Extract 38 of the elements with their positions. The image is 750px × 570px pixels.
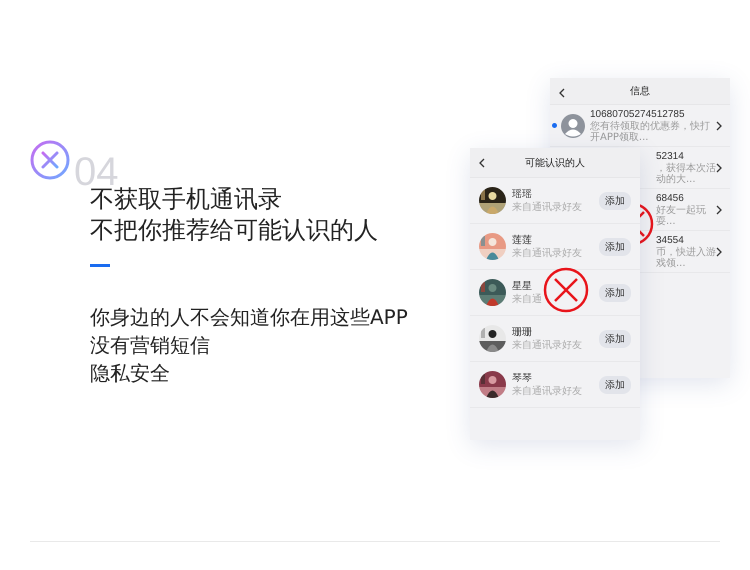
contact-source: 来自通讯录好友 xyxy=(512,246,583,260)
chevron-right-icon xyxy=(716,205,722,215)
back-icon[interactable] xyxy=(559,88,565,98)
message-preview: 币，快进入游戏领... xyxy=(656,246,717,268)
close-circle-icon xyxy=(30,140,70,180)
sender-number: 52314 xyxy=(656,150,685,162)
back-icon[interactable] xyxy=(479,158,485,168)
message-preview: 您有待领取的优惠券，快打开APP领取... xyxy=(590,120,710,142)
screen-title: 信息 xyxy=(630,84,650,98)
cross-circle-icon xyxy=(543,267,589,313)
message-preview: 好友一起玩耍... xyxy=(656,204,707,226)
body-text: 隐私安全 xyxy=(90,360,171,387)
contact-name: 莲莲 xyxy=(512,234,533,246)
contact-name: 珊珊 xyxy=(512,326,533,338)
contact-source: 来自通讯录好友 xyxy=(512,384,583,398)
sender-number: 34554 xyxy=(656,234,685,246)
screen-title: 可能认识的人 xyxy=(525,156,585,170)
message-preview: ，获得本次活动的大... xyxy=(656,162,717,184)
add-button[interactable]: 添加 xyxy=(599,376,631,394)
accent-bar xyxy=(90,264,110,267)
contact-source: 来自通讯录好友 xyxy=(512,338,583,352)
contact-source: 来自通 xyxy=(512,292,543,306)
add-button[interactable]: 添加 xyxy=(599,238,631,256)
chevron-right-icon xyxy=(716,121,722,131)
add-button[interactable]: 添加 xyxy=(599,284,631,302)
add-button[interactable]: 添加 xyxy=(599,192,631,210)
contact-name: 瑶瑶 xyxy=(512,188,533,200)
contact-source: 来自通讯录好友 xyxy=(512,200,583,214)
chevron-right-icon xyxy=(716,247,722,257)
body-text: 你身边的人不会知道你在用这些APP xyxy=(90,304,408,331)
sender-number: 10680705274512785 xyxy=(590,108,686,120)
headline: 不把你推荐给可能认识的人 xyxy=(90,215,379,246)
contact-name: 星星 xyxy=(512,280,533,292)
contact-name: 琴琴 xyxy=(512,372,533,384)
chevron-right-icon xyxy=(716,163,722,173)
sender-number: 68456 xyxy=(656,192,685,204)
body-text: 没有营销短信 xyxy=(90,332,211,359)
add-button[interactable]: 添加 xyxy=(599,330,631,348)
